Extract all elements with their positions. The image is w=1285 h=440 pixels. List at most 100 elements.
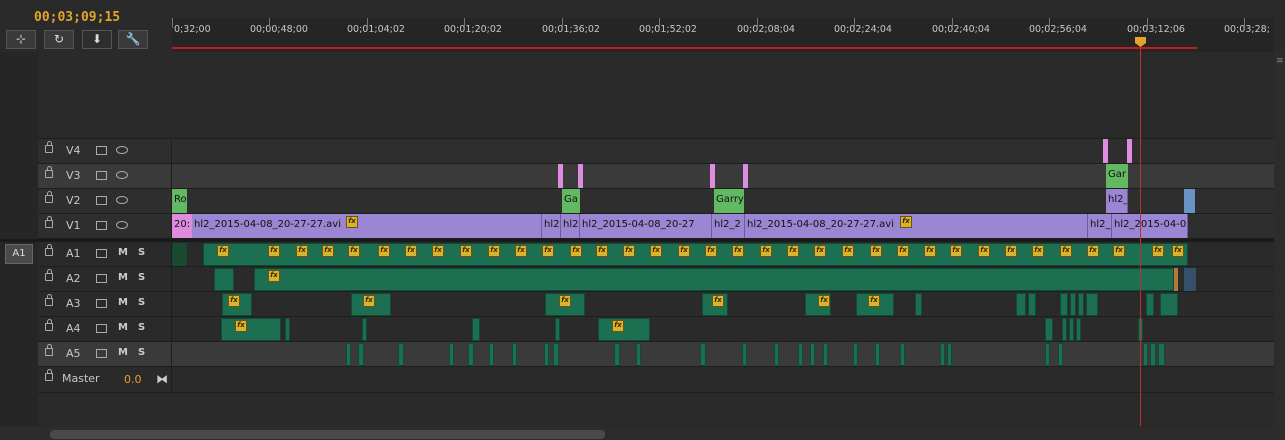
lock-icon[interactable] (45, 141, 53, 153)
clip-a5[interactable] (947, 343, 952, 366)
clip-v1[interactable]: hl2_ (1088, 214, 1112, 238)
clip-v1[interactable]: 20: (172, 214, 192, 238)
linked-selection-button[interactable]: ↻ (44, 30, 74, 49)
solo-button[interactable]: S (138, 347, 145, 358)
add-marker-button[interactable]: ⬇ (82, 30, 112, 49)
clip-v4[interactable] (1103, 139, 1108, 163)
mute-button[interactable]: M (118, 322, 128, 333)
sync-lock-icon[interactable] (96, 196, 107, 205)
eye-icon[interactable] (116, 221, 128, 229)
clip-a4[interactable] (221, 318, 281, 341)
lock-icon[interactable] (45, 216, 53, 228)
vertical-scrollbar[interactable] (1274, 52, 1285, 427)
clip-a5[interactable] (823, 343, 828, 366)
clip-a4[interactable] (1062, 318, 1067, 341)
clip-a5[interactable] (553, 343, 559, 366)
solo-button[interactable]: S (138, 322, 145, 333)
clip-v3[interactable] (710, 164, 715, 188)
lock-icon[interactable] (45, 369, 53, 381)
clip-v2[interactable]: Ga (562, 189, 580, 213)
clip-a5[interactable] (1045, 343, 1050, 366)
clip-a2-end[interactable] (1184, 268, 1196, 291)
clip-a5[interactable] (544, 343, 549, 366)
playhead-timecode[interactable]: 00;03;09;15 (34, 10, 120, 25)
clip-v3[interactable] (743, 164, 748, 188)
mute-button[interactable]: M (118, 347, 128, 358)
lock-icon[interactable] (45, 294, 53, 306)
clip-a4[interactable] (1076, 318, 1081, 341)
clip-a4[interactable] (1069, 318, 1074, 341)
clip-v2[interactable]: Garry (714, 189, 744, 213)
clip-a3[interactable] (1070, 293, 1076, 316)
mute-button[interactable]: M (118, 247, 128, 258)
clip-a5[interactable] (1150, 343, 1156, 366)
clip-a3[interactable] (1060, 293, 1068, 316)
sync-lock-icon[interactable] (96, 221, 107, 230)
source-patch-a1[interactable]: A1 (5, 244, 33, 264)
clip-v1[interactable]: hl2_2 (712, 214, 745, 238)
clip-v1[interactable]: hl2_2015-04-0 (1112, 214, 1188, 238)
clip-a5[interactable] (489, 343, 494, 366)
clip-a5[interactable] (358, 343, 364, 366)
clip-a3[interactable] (1078, 293, 1084, 316)
clip-a5[interactable] (940, 343, 945, 366)
sync-lock-icon[interactable] (96, 274, 107, 283)
clip-a5[interactable] (742, 343, 747, 366)
eye-icon[interactable] (116, 196, 128, 204)
solo-button[interactable]: S (138, 272, 145, 283)
clip-a2[interactable] (254, 268, 1174, 291)
snap-button[interactable]: ⊹ (6, 30, 36, 49)
clip-a3[interactable] (1086, 293, 1098, 316)
clip-a5[interactable] (700, 343, 706, 366)
mute-button[interactable]: M (118, 272, 128, 283)
clip-a5[interactable] (875, 343, 880, 366)
clip-a3[interactable] (1016, 293, 1026, 316)
clip-a2[interactable] (214, 268, 234, 291)
clip-a4[interactable] (472, 318, 480, 341)
clip-a5[interactable] (1158, 343, 1165, 366)
master-volume[interactable]: 0.0 (124, 373, 142, 386)
clip-v4[interactable] (1127, 139, 1132, 163)
track-v2[interactable] (38, 189, 1274, 214)
clip-a3[interactable] (1146, 293, 1154, 316)
clip-v1[interactable]: hl2 (542, 214, 561, 238)
eye-icon[interactable] (116, 171, 128, 179)
clip-a4[interactable] (555, 318, 560, 341)
go-to-end-icon[interactable]: ⧓ (156, 372, 168, 386)
work-area-bar[interactable] (172, 47, 1197, 49)
eye-icon[interactable] (116, 146, 128, 154)
solo-button[interactable]: S (138, 297, 145, 308)
sync-lock-icon[interactable] (96, 249, 107, 258)
lock-icon[interactable] (45, 244, 53, 256)
clip-a4[interactable] (285, 318, 290, 341)
sync-lock-icon[interactable] (96, 324, 107, 333)
lock-icon[interactable] (45, 166, 53, 178)
clip-a5[interactable] (614, 343, 620, 366)
clip-a5[interactable] (512, 343, 517, 366)
mute-button[interactable]: M (118, 297, 128, 308)
clip-v1[interactable]: hl2 (561, 214, 580, 238)
track-a5[interactable] (38, 342, 1274, 367)
clip-a4[interactable] (1045, 318, 1053, 341)
playhead-line[interactable] (1140, 38, 1141, 426)
clip-a3[interactable] (915, 293, 922, 316)
horizontal-scroll-thumb[interactable] (50, 430, 605, 439)
sync-lock-icon[interactable] (96, 299, 107, 308)
clip-a5[interactable] (1058, 343, 1063, 366)
clip-a4[interactable] (598, 318, 650, 341)
clip-a5[interactable] (346, 343, 351, 366)
clip-a5[interactable] (774, 343, 779, 366)
clip-a5[interactable] (900, 343, 905, 366)
solo-button[interactable]: S (138, 247, 145, 258)
clip-v3-title[interactable]: Gar (1106, 164, 1128, 188)
clip-v3[interactable] (558, 164, 563, 188)
sync-lock-icon[interactable] (96, 349, 107, 358)
timeline-settings-button[interactable]: 🔧 (118, 30, 148, 49)
clip-a5[interactable] (398, 343, 404, 366)
clip-a5[interactable] (810, 343, 815, 366)
clip-a3[interactable] (1028, 293, 1036, 316)
clip-a5[interactable] (853, 343, 858, 366)
clip-v1[interactable]: hl2_2015-04-08_20-27-27.avi (745, 214, 1088, 238)
clip-a2-marker[interactable] (1174, 268, 1178, 291)
track-v4[interactable] (38, 139, 1274, 164)
